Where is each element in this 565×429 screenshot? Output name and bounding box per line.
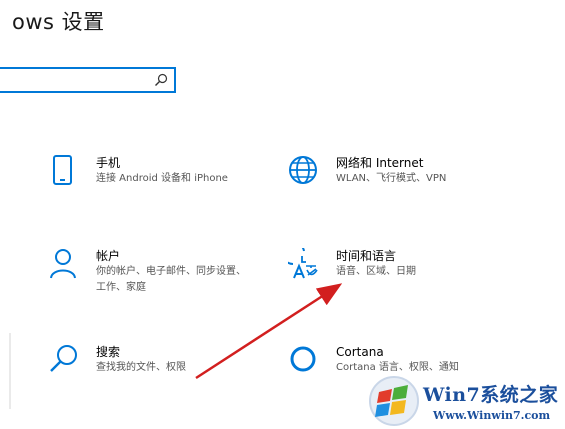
tile-title: Cortana bbox=[336, 345, 384, 359]
cortana-icon bbox=[290, 346, 316, 372]
settings-tile-phone[interactable]: 手机 连接 Android 设备和 iPhone bbox=[48, 153, 246, 189]
tile-description: 查找我的文件、权限 bbox=[96, 362, 186, 373]
watermark-title: Win7系统之家 bbox=[423, 384, 559, 406]
person-icon bbox=[50, 249, 76, 279]
tile-description: 连接 Android 设备和 iPhone bbox=[96, 173, 228, 184]
tile-title: 帐户 bbox=[96, 249, 121, 263]
search-icon bbox=[50, 345, 77, 372]
tile-description: 语音、区域、日期 bbox=[336, 266, 416, 277]
tile-title: 手机 bbox=[96, 156, 121, 170]
left-divider bbox=[9, 333, 11, 409]
tile-title: 搜索 bbox=[96, 345, 121, 359]
windows-logo-icon bbox=[369, 376, 419, 426]
tile-title: 时间和语言 bbox=[336, 249, 397, 263]
tile-description: 你的帐户、电子邮件、同步设置、工作、家庭 bbox=[96, 266, 246, 293]
phone-icon bbox=[53, 155, 72, 185]
tile-title: 网络和 Internet bbox=[336, 156, 424, 170]
settings-tile-search[interactable]: 搜索 查找我的文件、权限 bbox=[48, 342, 246, 378]
time-language-icon bbox=[288, 248, 318, 279]
settings-tile-network[interactable]: 网络和 Internet WLAN、飞行模式、VPN bbox=[288, 153, 486, 189]
watermark-url: Www.Winwin7.com bbox=[433, 409, 551, 422]
globe-icon bbox=[289, 156, 317, 184]
site-watermark: Win7系统之家 Www.Winwin7.com bbox=[367, 372, 565, 429]
tile-description: WLAN、飞行模式、VPN bbox=[336, 173, 447, 184]
settings-tile-time-language[interactable]: 时间和语言 语音、区域、日期 bbox=[288, 246, 486, 282]
search-box[interactable] bbox=[0, 67, 176, 93]
settings-tile-accounts[interactable]: 帐户 你的帐户、电子邮件、同步设置、工作、家庭 bbox=[48, 246, 246, 296]
search-icon[interactable] bbox=[154, 73, 168, 87]
window-title: ows 设置 bbox=[12, 10, 105, 34]
